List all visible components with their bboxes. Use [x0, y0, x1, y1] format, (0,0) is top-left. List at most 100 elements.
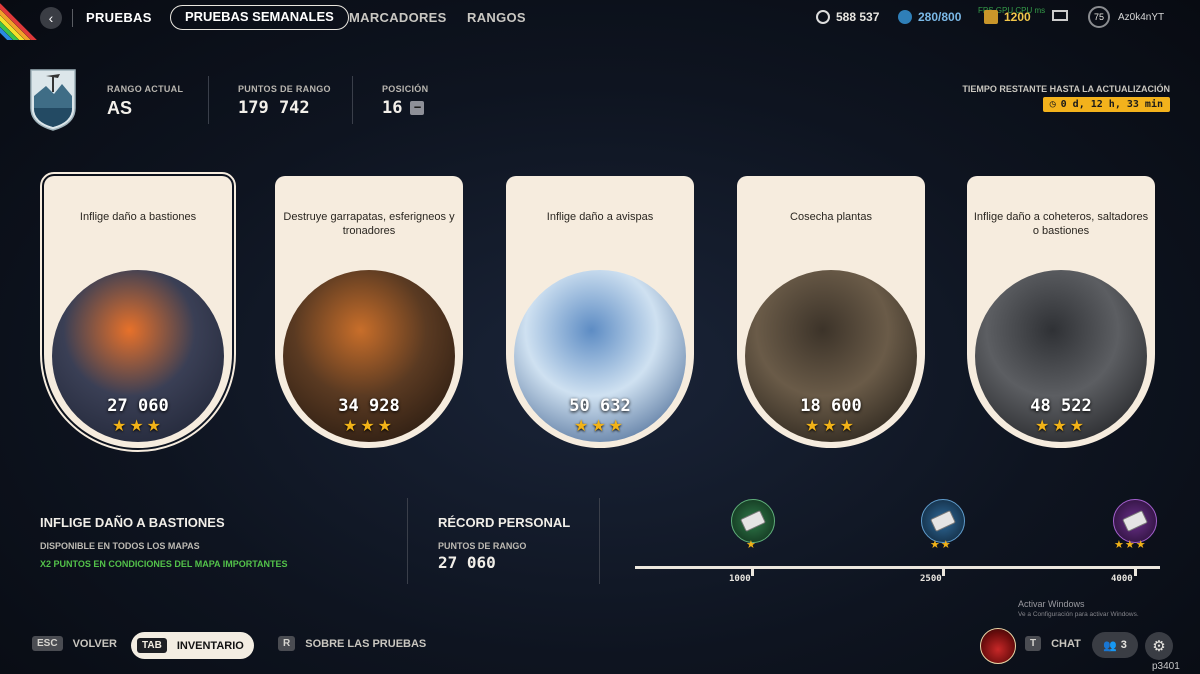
personal-record-value: 27 060	[438, 553, 496, 572]
star-icon: ★	[746, 539, 757, 551]
star-icon: ★★★	[1114, 539, 1147, 551]
divider	[208, 76, 209, 124]
challenge-title: Destruye garrapatas, esferigneos y trona…	[283, 211, 455, 237]
current-rank-value: AS	[107, 98, 133, 118]
reward-tier-3[interactable]	[1113, 499, 1157, 543]
position-change-icon: −	[410, 101, 425, 115]
position-value: 16	[382, 98, 403, 118]
star-icon: ★★	[930, 539, 952, 551]
rank-badge-icon	[30, 69, 76, 131]
challenge-score: 48 522	[1030, 396, 1092, 416]
star-rating-icon: ★★★	[111, 418, 165, 435]
current-rank: RANGO ACTUAL AS	[107, 84, 183, 119]
tab-pruebas-semanales[interactable]: PRUEBAS SEMANALES	[170, 5, 349, 30]
selected-challenge-availability: DISPONIBLE EN TODOS LOS MAPAS	[40, 541, 200, 551]
divider	[407, 498, 408, 584]
inventory-label: INVENTARIO	[176, 639, 244, 652]
r-key: R	[278, 636, 296, 651]
tab-marcadores[interactable]: MARCADORES	[349, 10, 447, 25]
personal-record-title: RÉCORD PERSONAL	[438, 515, 571, 530]
star-rating-icon: ★★★	[804, 418, 858, 435]
back-button[interactable]: ‹	[40, 7, 62, 29]
gold-stat: 1200	[984, 10, 1031, 24]
challenge-score: 34 928	[338, 396, 400, 416]
friends-count: 3	[1120, 639, 1127, 651]
timer-value: 0 d, 12 h, 33 min	[1060, 99, 1163, 110]
supply-crate-icon	[740, 510, 766, 532]
nav-divider	[72, 9, 73, 27]
back-label: VOLVER	[72, 637, 117, 650]
avatar[interactable]	[980, 628, 1016, 664]
progress-track	[635, 566, 1160, 569]
gold-icon	[984, 10, 998, 24]
selected-challenge-title: INFLIGE DAÑO A BASTIONES	[40, 515, 225, 530]
tab-key: TAB	[137, 638, 167, 653]
credits-icon	[816, 10, 830, 24]
cubes-value: 280/800	[918, 10, 962, 24]
star-rating-icon: ★★★	[342, 418, 396, 435]
back-action[interactable]: ESC VOLVER	[32, 636, 117, 651]
challenge-card[interactable]: Cosecha plantas 18 600 ★★★	[737, 176, 925, 448]
level-badge: 75	[1088, 6, 1110, 28]
windows-activation-title: Activar Windows	[1018, 599, 1085, 609]
threshold-tick	[1134, 566, 1137, 576]
clock-icon: ◷	[1049, 99, 1056, 110]
gold-value: 1200	[1004, 10, 1031, 24]
mail-icon	[1052, 10, 1068, 21]
position-label: POSICIÓN	[382, 84, 429, 94]
reward-tier-2[interactable]	[921, 499, 965, 543]
reward-tier-1[interactable]	[731, 499, 775, 543]
mail-button[interactable]	[1052, 10, 1068, 21]
rank-points-value: 179 742	[238, 98, 310, 118]
threshold-tick	[942, 566, 945, 576]
challenge-title: Cosecha plantas	[790, 211, 872, 223]
credits-value: 588 537	[836, 10, 880, 24]
credits-stat: 588 537	[816, 10, 879, 24]
cube-icon	[898, 10, 912, 24]
username[interactable]: Az0k4nYT	[1118, 12, 1164, 23]
supply-crate-icon	[930, 510, 956, 532]
challenge-score: 18 600	[800, 396, 862, 416]
threshold-tick	[751, 566, 754, 576]
rank-position: POSICIÓN 16−	[382, 84, 428, 118]
windows-activation-subtitle: Ve a Configuración para activar Windows.	[1018, 611, 1139, 618]
challenge-score: 27 060	[107, 396, 169, 416]
esc-key: ESC	[32, 636, 63, 651]
threshold-label: 2500	[920, 574, 942, 584]
nav-title: PRUEBAS	[86, 10, 152, 25]
current-rank-label: RANGO ACTUAL	[107, 84, 184, 94]
challenge-card[interactable]: Inflige daño a avispas 50 632 ★★★	[506, 176, 694, 448]
challenge-title: Inflige daño a bastiones	[79, 211, 197, 223]
cubes-stat: 280/800	[898, 10, 961, 24]
divider	[352, 76, 353, 124]
gear-icon: ⚙	[1152, 638, 1166, 655]
personal-record-label: PUNTOS DE RANGO	[438, 541, 527, 551]
challenge-title: Inflige daño a avispas	[546, 211, 654, 223]
challenge-title: Inflige daño a coheteros, saltadores o b…	[973, 211, 1149, 237]
tab-rangos[interactable]: RANGOS	[467, 10, 526, 25]
star-rating-icon: ★★★	[1034, 418, 1088, 435]
settings-button[interactable]: ⚙	[1145, 632, 1173, 660]
about-challenges-action[interactable]: R SOBRE LAS PRUEBAS	[278, 636, 426, 651]
threshold-label: 4000	[1111, 574, 1133, 584]
selected-challenge-bonus: X2 PUNTOS EN CONDICIONES DEL MAPA IMPORT…	[40, 559, 288, 569]
challenge-card[interactable]: Destruye garrapatas, esferigneos y trona…	[275, 176, 463, 448]
challenge-score: 50 632	[569, 396, 631, 416]
divider	[599, 498, 600, 584]
chat-action[interactable]: T CHAT	[1025, 636, 1081, 651]
rank-points: PUNTOS DE RANGO 179 742	[238, 84, 331, 118]
timer-label: TIEMPO RESTANTE HASTA LA ACTUALIZACIÓN	[962, 84, 1170, 94]
top-nav: ‹ PRUEBAS PRUEBAS SEMANALES MARCADORES R…	[0, 0, 1200, 36]
challenge-card[interactable]: Inflige daño a bastiones 27 060 ★★★	[40, 172, 236, 452]
challenge-card[interactable]: Inflige daño a coheteros, saltadores o b…	[967, 176, 1155, 448]
about-label: SOBRE LAS PRUEBAS	[305, 637, 427, 650]
player-id: p3401	[1152, 661, 1180, 672]
friends-icon: 👥	[1103, 639, 1117, 652]
timer: ◷ 0 d, 12 h, 33 min	[1042, 97, 1170, 112]
t-key: T	[1025, 636, 1042, 651]
inventory-button[interactable]: TAB INVENTARIO	[131, 632, 254, 659]
rank-points-label: PUNTOS DE RANGO	[238, 84, 331, 94]
chat-label: CHAT	[1051, 637, 1081, 650]
friends-button[interactable]: 👥 3	[1092, 632, 1138, 658]
supply-crate-icon	[1122, 510, 1148, 532]
